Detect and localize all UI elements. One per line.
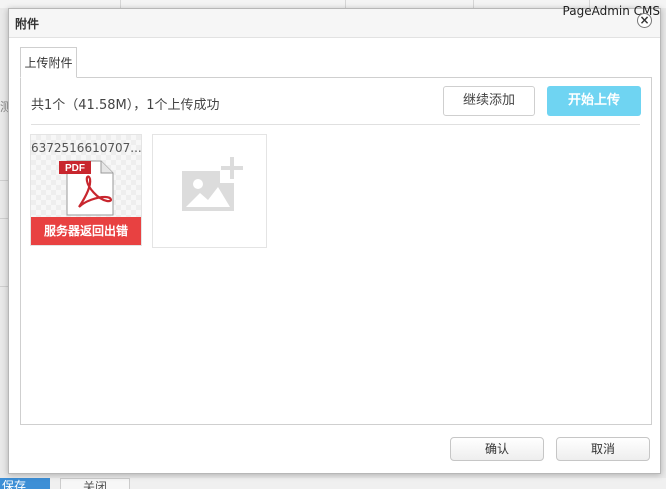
continue-add-button[interactable]: 继续添加 [443,86,535,116]
tab-upload-attachment[interactable]: 上传附件 [20,47,77,78]
pdf-badge-label: PDF [65,163,85,174]
confirm-button[interactable]: 确认 [450,437,544,461]
background-divider [0,180,8,181]
add-image-icon [182,157,244,211]
upload-panel: 共1个（41.58M），1个上传成功 继续添加 开始上传 63725166107… [20,77,652,425]
file-thumbnail[interactable]: 6372516610707... PDF 服务器返回出错 [30,134,142,246]
start-upload-button[interactable]: 开始上传 [547,86,641,116]
close-icon[interactable]: × [637,13,652,28]
background-divider [473,0,474,8]
background-divider [0,218,8,219]
divider [31,124,640,125]
background-divider [120,0,121,8]
attachment-dialog: 附件 上传附件 共1个（41.58M），1个上传成功 继续添加 开始上传 637… [8,8,661,474]
upload-error-message: 服务器返回出错 [31,217,141,245]
background-divider [345,0,346,8]
add-file-box[interactable] [152,134,267,248]
background-label-fragment: 测 [0,100,13,114]
background-save-button[interactable]: 保存 [0,478,50,489]
dialog-title: 附件 [15,17,40,31]
background-divider [0,286,8,287]
background-close-button[interactable]: 关闭 [60,478,130,489]
cancel-button[interactable]: 取消 [556,437,650,461]
upload-status-text: 共1个（41.58M），1个上传成功 [31,98,220,113]
file-name: 6372516610707... [31,141,141,155]
pdf-file-icon: PDF [59,160,114,216]
